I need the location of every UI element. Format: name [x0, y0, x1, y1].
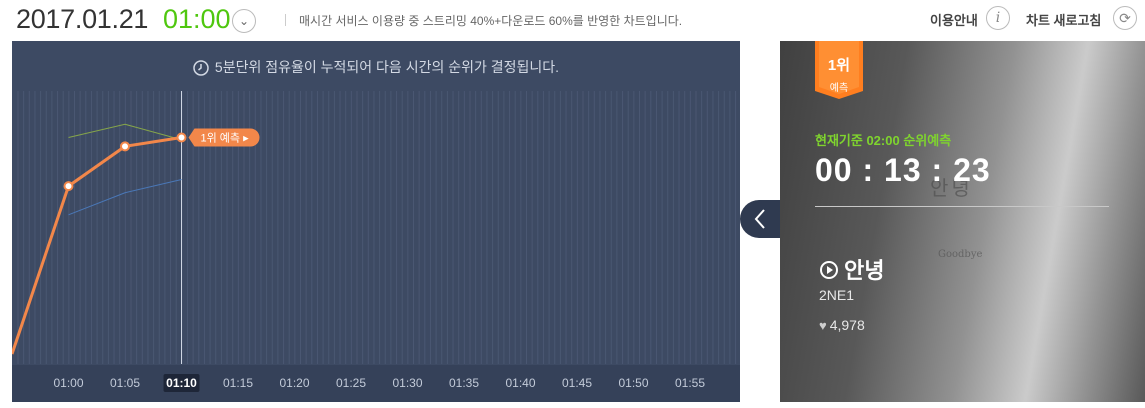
- album-art-english: Goodbye: [938, 249, 983, 260]
- chevron-left-icon: [754, 209, 765, 229]
- x-tick-label: 01:25: [336, 376, 366, 390]
- divider: [815, 206, 1109, 207]
- x-tick-label: 01:10: [166, 376, 197, 390]
- prediction-basis: 현재기준 02:00 순위예측: [815, 130, 951, 149]
- song-play-button[interactable]: 안녕: [820, 253, 884, 285]
- rank-badge-sub: 예측: [829, 83, 849, 94]
- data-point: [63, 181, 74, 192]
- basis-prefix: 현재기준: [815, 133, 867, 148]
- play-icon: [820, 261, 838, 280]
- share-line-chart: 1위 예측 ▸ 01:00 01:05 01:10 01:15 01:20 01:25 01:…: [12, 91, 737, 392]
- countdown-timer: 00 : 13 : 23: [815, 152, 991, 188]
- x-tick-label: 01:35: [449, 376, 479, 390]
- like-button[interactable]: ♥ 4,978: [819, 317, 865, 333]
- basis-suffix: 순위예측: [899, 133, 952, 148]
- collapse-panel-button[interactable]: [740, 200, 780, 238]
- chart-description: 매시간 서비스 이용량 중 스트리밍 40%+다운로드 60%를 반영한 차트입…: [299, 14, 683, 28]
- time-select-button[interactable]: ⌄: [232, 9, 256, 33]
- x-tick-label: 01:15: [223, 376, 253, 390]
- guide-link[interactable]: 이용안내: [930, 10, 978, 29]
- x-tick-label: 01:40: [505, 376, 535, 390]
- x-tick-label: 01:50: [618, 376, 648, 390]
- chart-header: 2017.01.21 01:00 ⌄ 매시간 서비스 이용량 중 스트리밍 40…: [0, 0, 1145, 40]
- prediction-label: 1위 예측 ▸: [201, 132, 250, 145]
- refresh-icon[interactable]: ⟳: [1113, 6, 1137, 30]
- x-tick-label: 01:45: [562, 376, 592, 390]
- info-icon[interactable]: i: [986, 6, 1010, 30]
- data-point: [176, 132, 187, 143]
- like-count: 4,978: [829, 317, 865, 333]
- rank-badge-text: 1위: [827, 57, 851, 74]
- chart-date: 2017.01.21: [16, 4, 149, 34]
- chevron-down-icon: ⌄: [238, 14, 250, 28]
- heart-icon: ♥: [819, 318, 827, 333]
- x-tick-label: 01:20: [279, 376, 309, 390]
- x-tick-label: 01:00: [53, 376, 83, 390]
- x-tick-label: 01:05: [110, 376, 140, 390]
- refresh-link[interactable]: 차트 새로고침: [1026, 10, 1101, 29]
- basis-time: 02:00: [866, 133, 900, 148]
- x-tick-label: 01:30: [392, 376, 422, 390]
- chart-time: 01:00: [163, 4, 231, 34]
- x-tick-label: 01:55: [675, 376, 705, 390]
- song-title: 안녕: [844, 258, 885, 283]
- realtime-chart-panel: 5분단위 점유율이 누적되어 다음 시간의 순위가 결정됩니다. 1위 예측 ▸…: [12, 41, 740, 402]
- artist-link[interactable]: 2NE1: [819, 287, 854, 303]
- data-point: [120, 141, 130, 152]
- divider: [285, 14, 286, 26]
